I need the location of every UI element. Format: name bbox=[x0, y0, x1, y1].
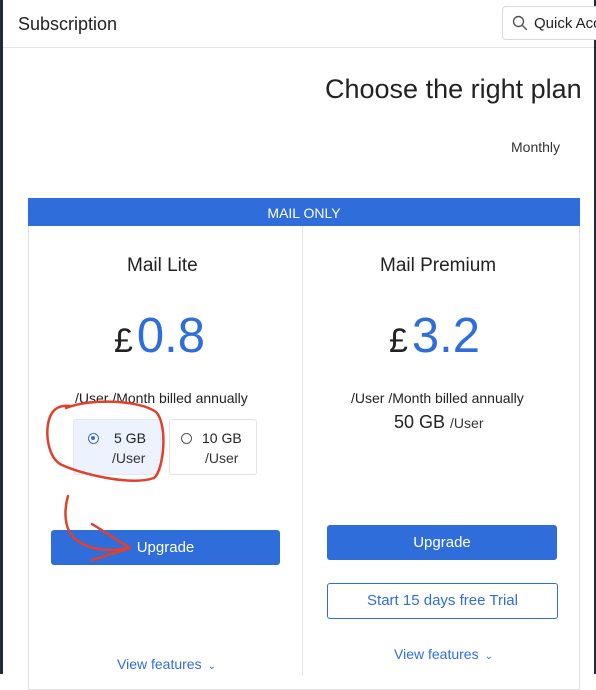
chevron-down-icon: ⌄ bbox=[207, 661, 216, 672]
quick-access-search[interactable]: Quick Acc bbox=[502, 6, 596, 40]
plan-price-mail-premium: £ 3.2 bbox=[389, 308, 480, 364]
radio-checked-icon bbox=[88, 433, 99, 444]
radio-unchecked-icon bbox=[181, 433, 192, 444]
billing-note-mail-premium: /User /Month billed annually bbox=[351, 390, 524, 406]
app-title: Subscription bbox=[18, 14, 118, 34]
top-header: Subscription Quick Acc bbox=[3, 0, 596, 48]
currency-symbol: £ bbox=[389, 322, 408, 360]
category-banner: MAIL ONLY bbox=[28, 198, 580, 226]
storage-option-size: 10 GB bbox=[202, 430, 242, 446]
view-features-link-mail-lite[interactable]: View features ⌄ bbox=[117, 656, 216, 672]
billing-cycle-toggle[interactable]: Monthly bbox=[511, 139, 560, 155]
storage-option-unit: /User bbox=[205, 450, 239, 466]
upgrade-button-mail-premium[interactable]: Upgrade bbox=[327, 525, 557, 560]
view-features-link-mail-premium[interactable]: View features ⌄ bbox=[394, 646, 493, 662]
storage-option-10gb[interactable]: 10 GB /User bbox=[169, 419, 257, 475]
storage-option-unit: /User bbox=[112, 450, 146, 466]
plan-column-divider bbox=[302, 226, 303, 676]
search-icon bbox=[512, 15, 528, 31]
view-features-label: View features bbox=[117, 656, 202, 672]
storage-option-5gb[interactable]: 5 GB /User bbox=[73, 419, 161, 475]
page-heading: Choose the right plan bbox=[325, 74, 582, 104]
quick-access-label: Quick Acc bbox=[534, 15, 596, 32]
currency-symbol: £ bbox=[114, 322, 133, 360]
storage-option-size: 5 GB bbox=[114, 430, 146, 446]
price-amount: 3.2 bbox=[411, 309, 481, 363]
window-left-border bbox=[0, 0, 3, 674]
price-amount: 0.8 bbox=[136, 309, 206, 363]
upgrade-button-mail-lite[interactable]: Upgrade bbox=[51, 530, 280, 565]
plan-name-mail-premium: Mail Premium bbox=[380, 255, 497, 276]
billing-note-mail-lite: /User /Month billed annually bbox=[75, 390, 248, 406]
plan-name-mail-lite: Mail Lite bbox=[127, 255, 198, 276]
chevron-down-icon: ⌄ bbox=[484, 651, 493, 662]
storage-amount-mail-premium: 50 GB /User bbox=[394, 412, 483, 433]
storage-unit: /User bbox=[450, 415, 484, 431]
free-trial-button[interactable]: Start 15 days free Trial bbox=[327, 583, 558, 619]
storage-size: 50 GB bbox=[394, 412, 446, 432]
view-features-label: View features bbox=[394, 646, 479, 662]
plan-price-mail-lite: £ 0.8 bbox=[114, 308, 205, 364]
